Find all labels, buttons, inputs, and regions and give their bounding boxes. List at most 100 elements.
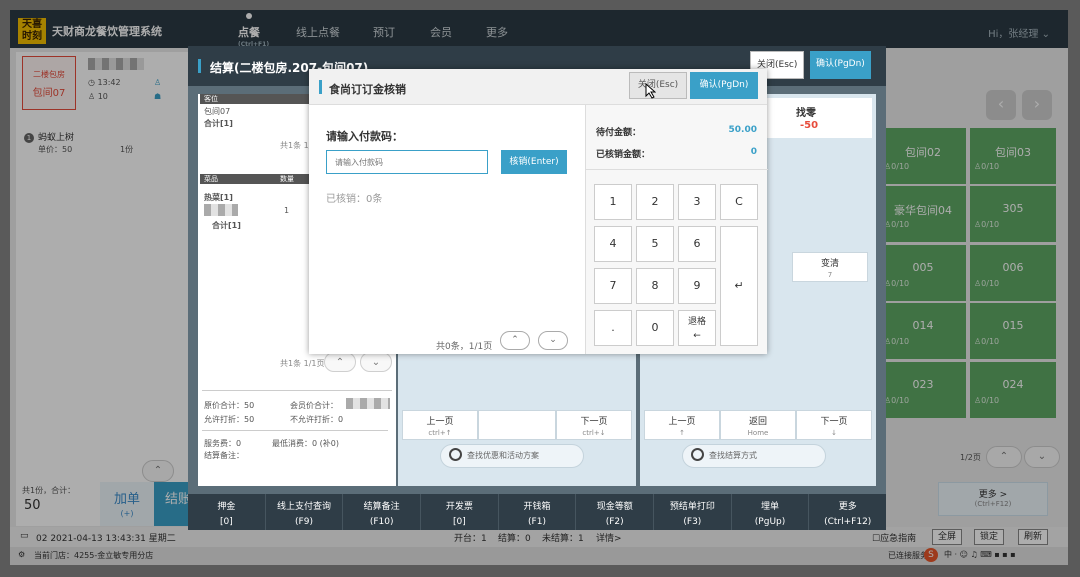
- payment-mode-button[interactable]: 变清 7: [792, 252, 868, 282]
- service-fee: 服务费：0: [204, 439, 242, 448]
- settlement-toolbar: 押金 [0] 线上支付查询 (F9) 结算备注 (F10) 开发票 [0] 开钱箱 (F1…: [188, 494, 886, 530]
- mouse-cursor-icon: [645, 83, 656, 99]
- toolbar-label: 现金等额: [596, 502, 633, 512]
- toolbar-deposit-button[interactable]: 押金 [0]: [188, 494, 266, 530]
- keypad-6-button[interactable]: 6: [678, 226, 716, 262]
- search-icon: [691, 448, 704, 461]
- payment-search-label: 查找结算方式: [709, 451, 757, 460]
- settlement-note: 结算备注：: [204, 451, 244, 460]
- title-accent: [198, 59, 201, 73]
- payment-next-page-button[interactable]: 下一页 ↓: [796, 410, 872, 440]
- keypad-4-button[interactable]: 4: [594, 226, 632, 262]
- settlement-confirm-button[interactable]: 确认(PgDn): [810, 51, 871, 79]
- toolbar-more-button[interactable]: 更多 (Ctrl+F12): [809, 494, 886, 530]
- toolbar-key: [0]: [452, 517, 466, 527]
- toolbar-label: 开钱箱: [523, 502, 551, 512]
- discount-search-label: 查找优惠和活动方案: [467, 451, 539, 460]
- bill-page-down-button[interactable]: ⌄: [360, 352, 392, 372]
- toolbar-key: (F3): [683, 517, 702, 527]
- dialog-title: 食尚订订金核销: [329, 83, 406, 96]
- toolbar-label: 开发票: [445, 502, 473, 512]
- dialog-page-up-button[interactable]: ⌃: [500, 331, 530, 350]
- toolbar-label: 更多: [838, 502, 857, 512]
- dialog-pager: 共0条，1/1页: [436, 342, 493, 352]
- discount-allowed: 允许打折：50: [204, 415, 255, 424]
- keypad-3-button[interactable]: 3: [678, 184, 716, 220]
- prev-label: 上一页: [426, 417, 454, 427]
- divider: [586, 169, 768, 170]
- toolbar-online-payment-query-button[interactable]: 线上支付查询 (F9): [266, 494, 344, 530]
- keypad-9-button[interactable]: 9: [678, 268, 716, 304]
- discount-next-page-button[interactable]: 下一页 ctrl+↓: [556, 410, 632, 440]
- toolbar-label: 预结单打印: [669, 502, 715, 512]
- bill-page-up-button[interactable]: ⌃: [324, 352, 356, 372]
- toolbar-key: (PgUp): [754, 517, 786, 527]
- keypad-dot-button[interactable]: .: [594, 310, 632, 346]
- dish-pager: 共1条 1/1页: [280, 359, 325, 368]
- toolbar-key: (F10): [369, 517, 394, 527]
- toolbar-cash-drawer-button[interactable]: 开钱箱 (F1): [499, 494, 577, 530]
- keypad-backspace-button[interactable]: 退格 ←: [678, 310, 716, 346]
- divider: [202, 430, 388, 431]
- keypad-8-button[interactable]: 8: [636, 268, 674, 304]
- payment-code-input[interactable]: [326, 150, 488, 174]
- next-label: 下一页: [820, 417, 848, 427]
- toolbar-label: 线上支付查询: [277, 502, 332, 512]
- masked-text: [346, 398, 390, 409]
- search-icon: [449, 448, 462, 461]
- keypad-5-button[interactable]: 5: [636, 226, 674, 262]
- discount-search-button[interactable]: 查找优惠和活动方案: [440, 444, 584, 468]
- backspace-arrow-icon: ←: [693, 331, 701, 341]
- toolbar-key: (F2): [605, 517, 624, 527]
- blank-cell: [478, 410, 556, 440]
- pos-app-window: 天喜 时刻 天财商龙餐饮管理系统 点餐 (Ctrl+F1) 线上点餐 预订 会员 …: [10, 10, 1068, 565]
- bill-dish-qty: 1: [284, 206, 290, 215]
- payment-return-button[interactable]: 返回 Home: [720, 410, 796, 440]
- keypad-1-button[interactable]: 1: [594, 184, 632, 220]
- dialog-close-button[interactable]: 关闭(Esc): [629, 72, 687, 99]
- toolbar-key: (F1): [528, 517, 546, 527]
- divider: [202, 390, 392, 391]
- dialog-confirm-button[interactable]: 确认(PgDn): [690, 72, 758, 99]
- return-label: 返回: [748, 417, 767, 427]
- keypad-0-button[interactable]: 0: [636, 310, 674, 346]
- next-shortcut: ↓: [831, 429, 837, 437]
- mode-label: 变清: [820, 259, 839, 269]
- prev-label: 上一页: [668, 417, 696, 427]
- payment-code-prompt: 请输入付款码：: [326, 130, 403, 143]
- title-accent: [319, 80, 322, 94]
- discount-prev-page-button[interactable]: 上一页 ctrl+↑: [402, 410, 478, 440]
- payment-prev-page-button[interactable]: 上一页 ↑: [644, 410, 720, 440]
- toolbar-label: 结算备注: [363, 502, 400, 512]
- toolbar-prebill-print-button[interactable]: 预结单打印 (F3): [654, 494, 732, 530]
- toolbar-invoice-button[interactable]: 开发票 [0]: [421, 494, 499, 530]
- dialog-page-down-button[interactable]: ⌄: [538, 331, 568, 350]
- due-amount-value: 50.00: [728, 125, 757, 135]
- minimum-spend: 最低消费：0 (补0): [272, 439, 339, 448]
- deposit-verify-dialog: 食尚订订金核销 关闭(Esc) 确认(PgDn) 请输入付款码： 核销(Ente…: [309, 69, 768, 354]
- dish-header-qty: 数量: [280, 175, 294, 183]
- toolbar-key: [0]: [219, 517, 233, 527]
- bill-dish-name: 热菜[1]: [204, 193, 233, 202]
- toolbar-key: (Ctrl+F12): [824, 517, 872, 527]
- backspace-label: 退格: [687, 317, 706, 327]
- prev-shortcut: ctrl+↑: [428, 429, 452, 437]
- dish-header-name: 菜品: [204, 175, 218, 183]
- original-total: 原价合计：50: [204, 401, 255, 410]
- keypad-enter-button[interactable]: ↵: [720, 226, 758, 346]
- due-amount-label: 待付金额：: [596, 128, 642, 138]
- toolbar-checkout-button[interactable]: 埋单 (PgUp): [732, 494, 810, 530]
- keypad-2-button[interactable]: 2: [636, 184, 674, 220]
- toolbar-exact-cash-button[interactable]: 现金等额 (F2): [576, 494, 655, 530]
- next-label: 下一页: [580, 417, 608, 427]
- return-shortcut: Home: [747, 429, 769, 437]
- toolbar-key: (F9): [295, 517, 313, 527]
- keypad-7-button[interactable]: 7: [594, 268, 632, 304]
- toolbar-settlement-note-button[interactable]: 结算备注 (F10): [343, 494, 422, 530]
- dialog-header: 食尚订订金核销 关闭(Esc) 确认(PgDn): [309, 69, 767, 105]
- discount-not-allowed: 不允许打折：0: [290, 415, 344, 424]
- payment-search-button[interactable]: 查找结算方式: [682, 444, 826, 468]
- keypad-clear-button[interactable]: C: [720, 184, 758, 220]
- room-total: 合计[1]: [204, 119, 233, 128]
- verify-button[interactable]: 核销(Enter): [501, 150, 567, 174]
